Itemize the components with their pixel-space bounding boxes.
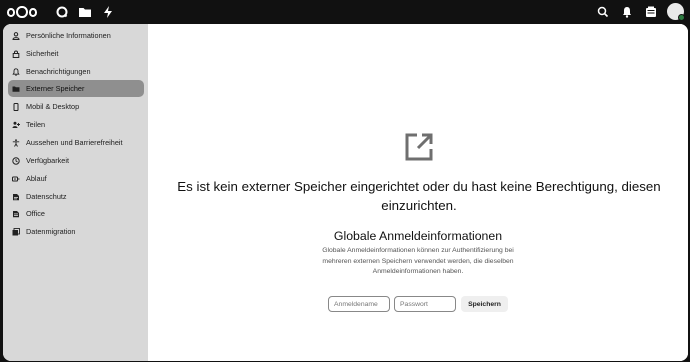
- global-credentials-description: Globale Anmeldeinformationen können zur …: [322, 247, 514, 275]
- sidebar-item-personal-info[interactable]: Persönliche Informationen: [8, 27, 144, 44]
- sidebar-item-notifications[interactable]: Benachrichtigungen: [8, 63, 144, 80]
- share-icon: [11, 120, 20, 129]
- office-icon: [11, 209, 20, 218]
- lock-icon: [11, 49, 20, 58]
- sidebar-item-label: Datenmigration: [26, 227, 76, 236]
- dashboard-icon[interactable]: [55, 5, 69, 19]
- sidebar-item-label: Office: [26, 209, 45, 218]
- user-icon: [11, 31, 20, 40]
- sidebar-item-label: Persönliche Informationen: [26, 31, 111, 40]
- top-header: [0, 0, 690, 24]
- main-content: Es ist kein externer Speicher eingericht…: [148, 24, 688, 361]
- open-in-new-icon: [404, 132, 434, 162]
- sidebar-item-mobile-desktop[interactable]: Mobil & Desktop: [8, 98, 144, 115]
- contacts-icon[interactable]: [644, 5, 658, 19]
- nextcloud-logo[interactable]: [7, 5, 37, 19]
- activity-icon[interactable]: [101, 5, 115, 19]
- sidebar-item-security[interactable]: Sicherheit: [8, 45, 144, 62]
- login-name-input[interactable]: [328, 296, 390, 312]
- search-icon[interactable]: [596, 5, 610, 19]
- files-icon[interactable]: [78, 5, 92, 19]
- sidebar-item-office[interactable]: Office: [8, 205, 144, 222]
- sidebar-item-label: Verfügbarkeit: [26, 156, 69, 165]
- bell-icon: [11, 67, 20, 76]
- folder-icon: [11, 84, 20, 93]
- app-frame: Persönliche Informationen Sicherheit Ben…: [3, 24, 688, 361]
- empty-state-title: Es ist kein externer Speicher eingericht…: [177, 179, 661, 213]
- notifications-icon[interactable]: [620, 5, 634, 19]
- sidebar-item-data-migration[interactable]: Datenmigration: [8, 223, 144, 240]
- sidebar-item-label: Benachrichtigungen: [26, 67, 91, 76]
- user-avatar[interactable]: [667, 3, 685, 21]
- phone-icon: [11, 102, 20, 111]
- settings-sidebar: Persönliche Informationen Sicherheit Ben…: [3, 24, 148, 361]
- sidebar-item-label: Datenschutz: [26, 192, 67, 201]
- save-button[interactable]: Speichern: [461, 296, 508, 312]
- sidebar-item-flow[interactable]: Ablauf: [8, 170, 144, 187]
- sidebar-item-label: Aussehen und Barrierefreiheit: [26, 138, 123, 147]
- sidebar-item-privacy[interactable]: Datenschutz: [8, 188, 144, 205]
- sidebar-item-sharing[interactable]: Teilen: [8, 116, 144, 133]
- sidebar-item-availability[interactable]: Verfügbarkeit: [8, 152, 144, 169]
- global-credentials-title: Globale Anmeldeinformationen: [333, 229, 503, 243]
- sidebar-item-external-storage[interactable]: Externer Speicher: [8, 80, 144, 97]
- sidebar-item-appearance[interactable]: Aussehen und Barrierefreiheit: [8, 134, 144, 151]
- sidebar-item-label: Externer Speicher: [26, 84, 85, 93]
- sidebar-item-label: Mobil & Desktop: [26, 102, 80, 111]
- online-status-indicator: [678, 14, 685, 21]
- privacy-icon: [11, 192, 20, 201]
- flow-icon: [11, 174, 20, 183]
- sidebar-item-label: Sicherheit: [26, 49, 59, 58]
- clock-icon: [11, 156, 20, 165]
- sidebar-item-label: Ablauf: [26, 174, 47, 183]
- password-input[interactable]: [394, 296, 456, 312]
- accessibility-icon: [11, 138, 20, 147]
- sidebar-item-label: Teilen: [26, 120, 46, 129]
- migration-icon: [11, 227, 20, 236]
